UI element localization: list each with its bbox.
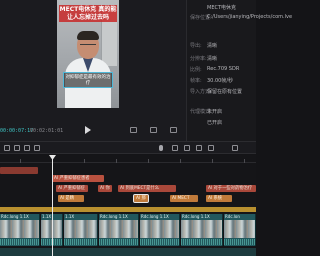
- video-clip[interactable]: Rdc.lon: [224, 214, 256, 246]
- property-row: 保存位置: C:/Users/jianying/Projects/com.lve: [190, 14, 293, 21]
- text-clip[interactable]: Al 对于一些对药物治疗: [206, 185, 256, 192]
- microphone-icon[interactable]: [159, 145, 163, 151]
- time-ruler[interactable]: [0, 155, 256, 163]
- property-row: MECT电休克: [207, 5, 237, 11]
- playhead-line[interactable]: [52, 155, 53, 256]
- zoom-out-icon[interactable]: [208, 145, 214, 151]
- text-clip[interactable]: [0, 167, 38, 174]
- video-clip[interactable]: Rdc.long 1.1X: [140, 214, 180, 246]
- doctor-glasses: [80, 44, 96, 47]
- text-clip[interactable]: Al 严重抑郁症: [56, 185, 88, 192]
- property-row: 分辨率: 清晰: [190, 56, 218, 62]
- property-row: 帧率: 30.00帧/秒: [190, 78, 233, 84]
- total-timecode: 00:02:01:01: [30, 128, 64, 134]
- video-clip[interactable]: Rdc.long 1.1X: [99, 214, 139, 246]
- ratio-icon[interactable]: [150, 127, 157, 133]
- text-clip[interactable]: Al 系统: [206, 195, 232, 202]
- video-clip[interactable]: 1.1X: [64, 214, 98, 246]
- text-clip[interactable]: Al 严重抑郁症患者: [52, 175, 104, 182]
- audio-track[interactable]: [0, 248, 256, 256]
- video-preview[interactable]: MECT电休克 真的能让人忘掉过去吗 对抑郁症是最有效的治疗: [57, 0, 119, 108]
- text-clip[interactable]: Al 你: [98, 185, 112, 192]
- property-row: 比例: Rec.709 SDR: [190, 66, 240, 73]
- select-tool-icon[interactable]: [4, 145, 10, 151]
- link-icon[interactable]: [184, 145, 190, 151]
- draft-properties-panel: MECT电休克 保存位置: C:/Users/jianying/Projects/…: [186, 0, 293, 141]
- timeline-toolbar: [0, 141, 256, 154]
- video-title-overlay[interactable]: MECT电休克 真的能让人忘掉过去吗: [59, 5, 117, 22]
- text-clip[interactable]: Al MECT: [170, 195, 198, 202]
- timeline-panel[interactable]: Al 严重抑郁症患者 Al 严重抑郁症 Al 你 Al 到底MECT是什么 Al…: [0, 155, 256, 256]
- video-clip[interactable]: Rdc.long 1.1X: [181, 214, 223, 246]
- doctor-hair: [77, 31, 99, 40]
- property-row: 代理模式: 未开启: [190, 109, 223, 115]
- fullscreen-icon[interactable]: [170, 127, 177, 133]
- split-icon[interactable]: [34, 145, 40, 151]
- property-row: 已开启: [207, 120, 223, 126]
- play-icon[interactable]: [85, 126, 91, 134]
- text-clip[interactable]: Al 是精: [58, 195, 84, 202]
- main-video-track: Rdc.long 1.1X 1.1X 1.1X Rdc.long 1.1X Rd…: [0, 214, 256, 246]
- snap-icon[interactable]: [172, 145, 178, 151]
- text-clip[interactable]: Al 那: [133, 194, 149, 203]
- undo-icon[interactable]: [14, 145, 20, 151]
- sticker-track[interactable]: [0, 207, 256, 212]
- video-clip[interactable]: Rdc.long 1.1X: [0, 214, 40, 246]
- transport-bar: 00:00:07:17 00:02:01:01: [0, 124, 186, 138]
- preview-axis-icon[interactable]: [196, 145, 202, 151]
- crop-icon[interactable]: [130, 127, 137, 133]
- property-row: 导入方式: 保留在原有位置: [190, 89, 243, 95]
- current-timecode: 00:00:07:17: [0, 128, 34, 134]
- zoom-in-icon[interactable]: [232, 145, 238, 151]
- player-panel: MECT电休克 真的能让人忘掉过去吗 对抑郁症是最有效的治疗 00:00:07:…: [0, 0, 186, 141]
- redo-icon[interactable]: [24, 145, 30, 151]
- video-caption-overlay[interactable]: 对抑郁症是最有效的治疗: [63, 72, 113, 88]
- property-row: 导出: 清晰: [190, 43, 218, 49]
- text-clip[interactable]: Al 到底MECT是什么: [118, 185, 176, 192]
